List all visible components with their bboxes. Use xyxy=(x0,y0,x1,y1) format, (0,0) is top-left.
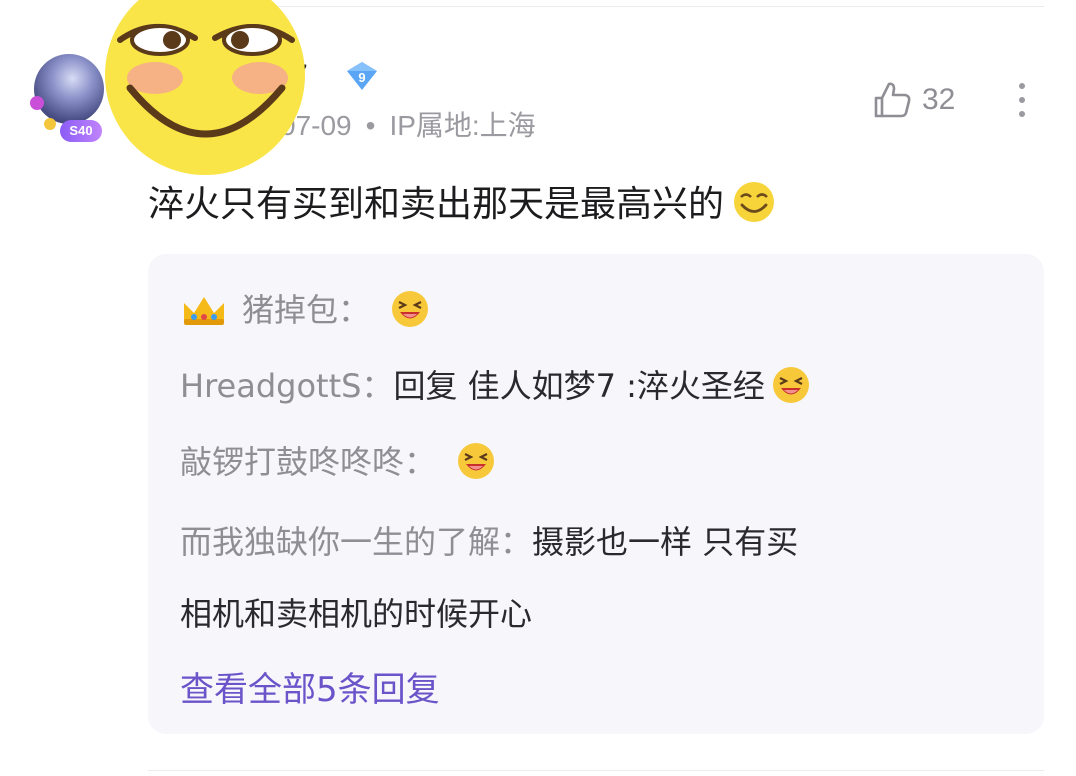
grinning-emoji-icon xyxy=(734,182,775,222)
comment-body: 淬火只有买到和卖出那天是最高兴的 xyxy=(148,184,725,225)
replies-box: 猪掉包： HreadgottS：回复 佳人如梦7 :淬火圣经 敲锣打鼓咚咚咚： xyxy=(148,254,1044,734)
reply-content: 摄影也一样 只有买 xyxy=(532,523,799,561)
avatar-decoration xyxy=(30,96,44,110)
comment-page: S40 7 9 07-09•IP属地:上海 32 xyxy=(0,0,1076,776)
reply-author[interactable]: 猪掉包 xyxy=(242,291,338,329)
reply-item[interactable]: 猪掉包： xyxy=(180,284,430,336)
meta-separator: • xyxy=(365,110,376,141)
reply-author[interactable]: 而我独缺你一生的了解 xyxy=(180,523,500,561)
reply-separator: ： xyxy=(404,443,437,481)
reply-separator: ： xyxy=(361,367,394,405)
laughing-emoji-icon xyxy=(458,443,495,479)
crown-icon xyxy=(184,297,224,325)
grinning-emoji-sticker xyxy=(105,0,305,175)
view-all-replies-link[interactable]: 查看全部5条回复 xyxy=(180,664,440,716)
reply-author[interactable]: 敲锣打鼓咚咚咚 xyxy=(180,443,404,481)
reply-item[interactable]: HreadgottS：回复 佳人如梦7 :淬火圣经 xyxy=(180,360,811,412)
level-number: 9 xyxy=(358,70,365,85)
like-button[interactable]: 32 xyxy=(870,78,955,122)
bottom-divider xyxy=(148,770,1044,771)
reply-separator: ： xyxy=(500,523,533,561)
ip-location: IP属地:上海 xyxy=(389,110,536,141)
avatar-decoration xyxy=(44,118,56,130)
comment-meta: 07-09 • IP属地:上海 xyxy=(280,108,536,144)
laughing-emoji-icon xyxy=(392,291,429,327)
thumbs-up-icon xyxy=(874,82,911,118)
diamond-level-icon: 9 xyxy=(347,62,377,90)
more-vertical-icon[interactable] xyxy=(1010,80,1034,120)
avatar[interactable] xyxy=(34,54,104,124)
reply-item[interactable]: 敲锣打鼓咚咚咚： xyxy=(180,436,496,488)
reply-author[interactable]: HreadgottS xyxy=(180,367,361,405)
reply-separator: ： xyxy=(338,291,371,329)
reply-content: 回复 佳人如梦7 :淬火圣经 xyxy=(393,367,765,405)
comment-text: 淬火只有买到和卖出那天是最高兴的 xyxy=(148,180,776,230)
reply-content-continued: 相机和卖相机的时候开心 xyxy=(180,595,533,633)
reply-item[interactable]: 而我独缺你一生的了解：摄影也一样 只有买 xyxy=(180,516,798,568)
laughing-emoji-icon xyxy=(772,367,809,403)
avatar-badge: S40 xyxy=(60,120,102,142)
like-count: 32 xyxy=(922,83,956,116)
